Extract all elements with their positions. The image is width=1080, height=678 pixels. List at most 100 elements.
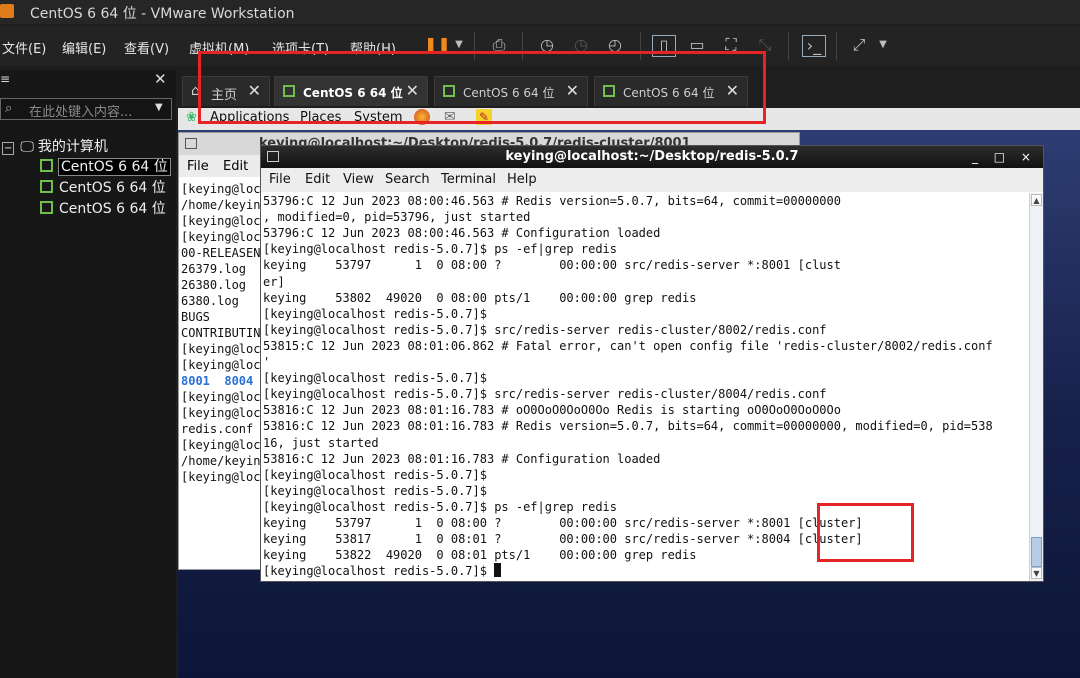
terminal-line: 53816:C 12 Jun 2023 08:01:16.783 # Confi… [263,451,660,467]
terminal-line: /home/keyin [181,198,261,212]
terminal-line-text: 53796:C 12 Jun 2023 08:00:46.563 # Confi… [263,226,661,241]
menu-terminal[interactable]: Terminal [441,172,496,187]
terminal-line: keying 53802 49020 0 08:00 pts/1 00:00:0… [263,290,696,306]
search-placeholder: 在此处键入内容... [29,105,133,120]
terminal-line: [keying@loc [181,390,261,404]
library-panel: ≡ ✕ ⌕ 在此处键入内容... ▼ − 🖵 我的计算机 CentOS 6 64 位… [0,70,176,678]
bt-menu-edit[interactable]: Edit [223,159,248,174]
terminal-line: BUGS [181,310,210,324]
scrollbar-thumb[interactable] [1031,537,1042,567]
terminal-line: [keying@localhost redis-5.0.7]$ ps -ef|g… [263,499,617,515]
stretch-view-icon[interactable]: ⤢ [848,35,870,55]
terminal-line: [keying@localhost redis-5.0.7]$ [263,563,502,579]
terminal-window[interactable]: keying@localhost:~/Desktop/redis-5.0.7 _… [260,145,1044,582]
toolbar-divider [788,32,789,60]
tree-vm-1[interactable]: CentOS 6 64 位 [40,156,171,176]
terminal-line-text: [keying@localhost redis-5.0.7]$ [263,371,487,386]
scroll-down-icon[interactable]: ▼ [1031,567,1042,579]
menu-view[interactable]: View [343,172,374,187]
terminal-line: 53816:C 12 Jun 2023 08:01:16.783 # oO0Oo… [263,402,841,418]
terminal-line: /home/keyin [181,454,261,468]
chevron-down-icon[interactable]: ▼ [155,102,163,113]
tree-vm-label: CentOS 6 64 位 [59,180,166,196]
tree-vm-3[interactable]: CentOS 6 64 位 [40,198,166,218]
library-header: ≡ ✕ [0,70,176,92]
menu-edit[interactable]: 编辑(E) [62,38,106,57]
terminal-line: [keying@loc [181,470,261,484]
terminal-title: keying@localhost:~/Desktop/redis-5.0.7 [505,149,799,164]
terminal-line: 6380.log [181,294,239,308]
terminal-line-text: ' [263,355,271,369]
terminal-line: 8001 8004 [181,374,254,388]
terminal-line-text: [keying@localhost redis-5.0.7]$ [263,467,487,482]
terminal-line: ' [263,354,270,370]
menu-view[interactable]: 查看(V) [124,38,169,57]
tree-root-label: 我的计算机 [37,139,108,155]
terminal-line: [keying@loc [181,438,261,452]
terminal-line: 00-RELEASEN [181,246,261,260]
terminal-line: [keying@loc [181,214,261,228]
collapse-icon[interactable]: − [2,142,15,155]
terminal-line-text: [keying@localhost redis-5.0.7]$ src/redi… [263,322,827,337]
bt-menu-file[interactable]: File [187,159,209,174]
tree-vm-2[interactable]: CentOS 6 64 位 [40,177,166,197]
terminal-output[interactable]: 53796:C 12 Jun 2023 08:00:46.563 # Redis… [263,193,1029,579]
terminal-line: 53815:C 12 Jun 2023 08:01:06.862 # Fatal… [263,338,993,354]
menu-file[interactable]: File [269,172,291,187]
terminal-line: keying 53797 1 0 08:00 ? 00:00:00 src/re… [263,515,863,531]
terminal-line-text: 53815:C 12 Jun 2023 08:01:06.862 # Fatal… [263,338,993,353]
terminal-line: 53796:C 12 Jun 2023 08:00:46.563 # Confi… [263,225,660,241]
terminal-line: [keying@localhost redis-5.0.7]$ [263,306,487,322]
menu-search[interactable]: Search [385,172,430,187]
terminal-line-text: keying 53817 1 0 08:01 ? 00:00:00 src/re… [263,532,863,547]
terminal-line: [keying@loc [181,406,261,420]
vm-icon [40,201,53,214]
menu-edit[interactable]: Edit [305,172,330,187]
window-controls[interactable]: _ □ × [972,146,1037,168]
menu-file[interactable]: 文件(E) [2,38,46,57]
terminal-scrollbar[interactable]: ▲ ▼ [1029,193,1043,581]
toolbar-divider [836,32,837,60]
tree-vm-label: CentOS 6 64 位 [59,201,166,217]
gnome-foot-icon[interactable]: ❀ [186,110,197,125]
terminal-titlebar[interactable]: keying@localhost:~/Desktop/redis-5.0.7 _… [261,146,1043,168]
chevron-down-icon[interactable]: ▼ [872,35,894,55]
highlight-box-tabs [198,51,766,124]
terminal-line: 53816:C 12 Jun 2023 08:01:16.783 # Redis… [263,418,993,434]
search-icon: ⌕ [5,101,13,116]
terminal-line: [keying@loc [181,342,261,356]
terminal-line-text: , modified=0, pid=53796, just started [263,210,531,225]
tree-root-my-computer[interactable]: − 🖵 我的计算机 [2,136,108,156]
library-search-input[interactable]: ⌕ 在此处键入内容... ▼ [0,98,172,120]
terminal-line-text: keying 53797 1 0 08:00 ? 00:00:00 src/re… [263,516,863,530]
vm-icon [40,180,53,193]
terminal-icon[interactable]: ›_ [802,35,826,57]
library-menu-icon[interactable]: ≡ [0,72,10,86]
close-icon[interactable]: ✕ [154,70,167,88]
terminal-line: 53796:C 12 Jun 2023 08:00:46.563 # Redis… [263,193,841,209]
terminal-line-text: [keying@localhost redis-5.0.7]$ [263,483,487,498]
terminal-line-text: [keying@localhost redis-5.0.7]$ ps -ef|g… [263,242,618,257]
terminal-line: keying 53797 1 0 08:00 ? 00:00:00 src/re… [263,257,841,273]
terminal-icon [267,151,279,162]
terminal-line: 26380.log [181,278,247,292]
terminal-line: [keying@loc [181,230,261,244]
terminal-cursor [494,563,502,578]
terminal-line-text: keying 53797 1 0 08:00 ? 00:00:00 src/re… [263,258,841,273]
terminal-menubar: File Edit View Search Terminal Help [261,168,1043,192]
window-title-bar: CentOS 6 64 位 - VMware Workstation [0,0,1080,24]
terminal-line: redis.conf [181,422,254,436]
terminal-line-text: 16, just started [263,435,379,450]
window-title: CentOS 6 64 位 - VMware Workstation [30,6,295,22]
scroll-up-icon[interactable]: ▲ [1031,194,1042,206]
terminal-line-text: 53816:C 12 Jun 2023 08:01:16.783 # Confi… [263,451,661,466]
computer-icon: 🖵 [20,139,34,155]
highlight-box-cluster [817,503,914,562]
vmware-logo-icon [0,4,14,18]
terminal-line: [keying@localhost redis-5.0.7]$ ps -ef|g… [263,241,617,257]
terminal-line: [keying@localhost redis-5.0.7]$ src/redi… [263,386,827,402]
terminal-line: 26379.log [181,262,247,276]
terminal-line: [keying@loc [181,358,261,372]
terminal-line-text: keying 53802 49020 0 08:00 pts/1 00:00:0… [263,290,697,305]
menu-help[interactable]: Help [507,172,537,187]
